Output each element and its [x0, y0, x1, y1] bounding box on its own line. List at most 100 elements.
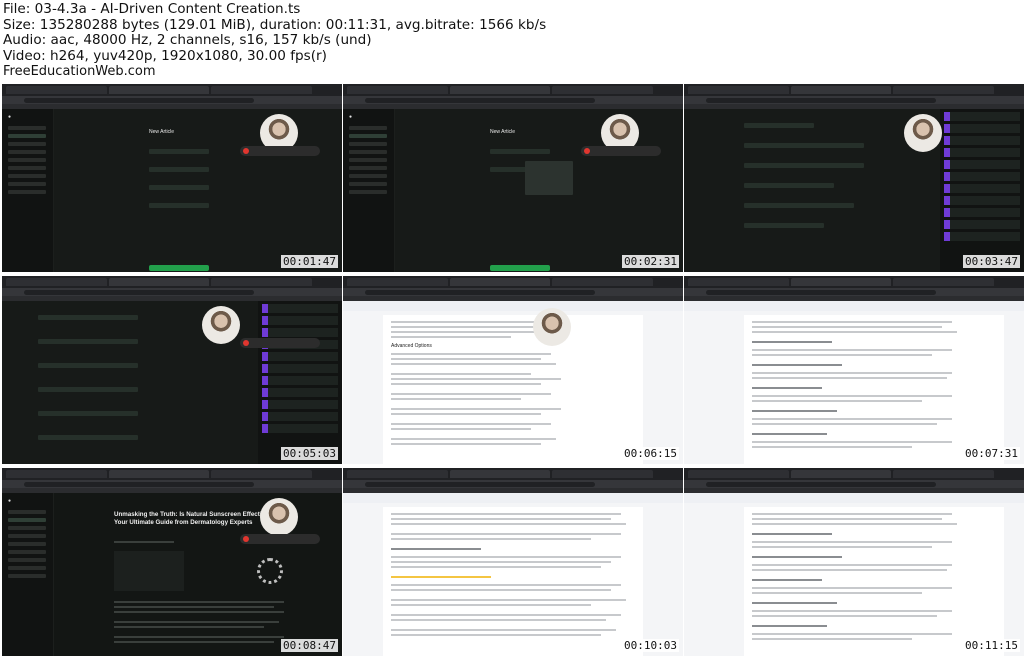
browser-tabbar: [2, 468, 342, 480]
app-main: New Article: [54, 109, 342, 272]
form-field: [149, 203, 209, 208]
watermark-text: FreeEducationWeb.com: [3, 64, 156, 79]
document-view: [343, 493, 683, 656]
form-field: [490, 149, 550, 154]
dropdown-menu[interactable]: [525, 161, 573, 195]
browser-urlbar: [343, 480, 683, 488]
document-view: Advanced Options: [343, 301, 683, 464]
browser-tabbar: [684, 276, 1024, 288]
timestamp: 00:08:47: [281, 639, 338, 652]
browser-tabbar: [2, 276, 342, 288]
browser-urlbar: [343, 96, 683, 104]
thumbnail-tile-9[interactable]: 00:11:15: [684, 468, 1024, 656]
thumbnail-tile-1[interactable]: ● New Article 00:01:47: [2, 84, 342, 272]
timestamp: 00:06:15: [622, 447, 679, 460]
document-view: [684, 493, 1024, 656]
browser-tabbar: [343, 84, 683, 96]
timestamp: 00:11:15: [963, 639, 1020, 652]
thumbnail-tile-8[interactable]: 00:10:03: [343, 468, 683, 656]
app-sidebar: ●: [2, 493, 54, 656]
form-field: [744, 203, 854, 208]
browser-urlbar: [684, 288, 1024, 296]
form-field: [744, 123, 814, 128]
outline-panel: [940, 109, 1024, 272]
form-field: [744, 163, 864, 168]
article-title: Unmasking the Truth: Is Natural Sunscree…: [114, 511, 273, 526]
browser-tabbar: [2, 84, 342, 96]
app-logo: ●: [8, 114, 12, 120]
thumbnail-tile-4[interactable]: 00:05:03: [2, 276, 342, 464]
app-sidebar: ●: [343, 109, 395, 272]
recording-bar[interactable]: [240, 534, 320, 544]
form-field: [38, 339, 138, 344]
doc-toolbar: [343, 493, 683, 503]
doc-page: [383, 507, 643, 656]
app-logo: ●: [8, 498, 12, 504]
article-view: Unmasking the Truth: Is Natural Sunscree…: [54, 493, 342, 656]
browser-urlbar: [2, 480, 342, 488]
thumbnail-tile-6[interactable]: 00:07:31: [684, 276, 1024, 464]
webcam-overlay: [533, 308, 571, 346]
thumbnail-tile-7[interactable]: ● Unmasking the Truth: Is Natural Sunscr…: [2, 468, 342, 656]
create-button[interactable]: [149, 265, 209, 271]
form-field: [38, 363, 138, 368]
browser-urlbar: [684, 96, 1024, 104]
form-field: [149, 185, 209, 190]
browser-tabbar: [343, 276, 683, 288]
form-field: [744, 183, 834, 188]
loading-spinner-icon: [257, 558, 283, 584]
audio-info-line: Audio: aac, 48000 Hz, 2 channels, s16, 1…: [3, 32, 372, 48]
webcam-overlay: [260, 498, 298, 536]
timestamp: 00:07:31: [963, 447, 1020, 460]
doc-page: [744, 507, 1004, 656]
recording-bar[interactable]: [581, 146, 661, 156]
table-of-contents[interactable]: [114, 551, 184, 591]
app-sidebar: ●: [2, 109, 54, 272]
browser-urlbar: [684, 480, 1024, 488]
timestamp: 00:03:47: [963, 255, 1020, 268]
file-size-line: Size: 135280288 bytes (129.01 MiB), dura…: [3, 16, 547, 33]
video-info-line: Video: h264, yuv420p, 1920x1080, 30.00 f…: [3, 47, 327, 64]
recording-bar[interactable]: [240, 146, 320, 156]
form-field: [38, 435, 138, 440]
app-logo: ●: [349, 114, 353, 120]
webcam-overlay: [202, 306, 240, 344]
video-info-header: File: 03-4.3a - AI-Driven Content Creati…: [0, 0, 1024, 84]
form-field: [744, 143, 864, 148]
document-view: [684, 301, 1024, 464]
doc-toolbar: [343, 301, 683, 311]
form-field: [38, 387, 138, 392]
thumbnail-tile-5[interactable]: Advanced Options 00:06:15: [343, 276, 683, 464]
recording-bar[interactable]: [240, 338, 320, 348]
form-title: New Article: [490, 129, 516, 135]
form-field: [149, 167, 209, 172]
form-field: [149, 149, 209, 154]
browser-urlbar: [2, 96, 342, 104]
app-main: New Article: [395, 109, 683, 272]
doc-heading: Advanced Options: [391, 343, 432, 349]
outline-panel: [258, 301, 342, 464]
create-button[interactable]: [490, 265, 550, 271]
timestamp: 00:10:03: [622, 639, 679, 652]
browser-urlbar: [343, 288, 683, 296]
browser-tabbar: [684, 84, 1024, 96]
browser-tabbar: [343, 468, 683, 480]
browser-tabbar: [684, 468, 1024, 480]
form-title: New Article: [149, 129, 175, 135]
doc-page: Advanced Options: [383, 315, 643, 464]
form-field: [38, 315, 138, 320]
thumbnail-tile-3[interactable]: 00:03:47: [684, 84, 1024, 272]
doc-page: [744, 315, 1004, 464]
timestamp: 00:05:03: [281, 447, 338, 460]
timestamp: 00:02:31: [622, 255, 679, 268]
thumbnail-grid: ● New Article 00:01:47 ● New Article 00:…: [0, 84, 1024, 656]
form-field: [744, 223, 824, 228]
file-name-line: File: 03-4.3a - AI-Driven Content Creati…: [3, 1, 301, 17]
thumbnail-tile-2[interactable]: ● New Article 00:02:31: [343, 84, 683, 272]
form-field: [38, 411, 138, 416]
timestamp: 00:01:47: [281, 255, 338, 268]
webcam-overlay: [904, 114, 942, 152]
browser-urlbar: [2, 288, 342, 296]
doc-toolbar: [684, 301, 1024, 311]
doc-toolbar: [684, 493, 1024, 503]
